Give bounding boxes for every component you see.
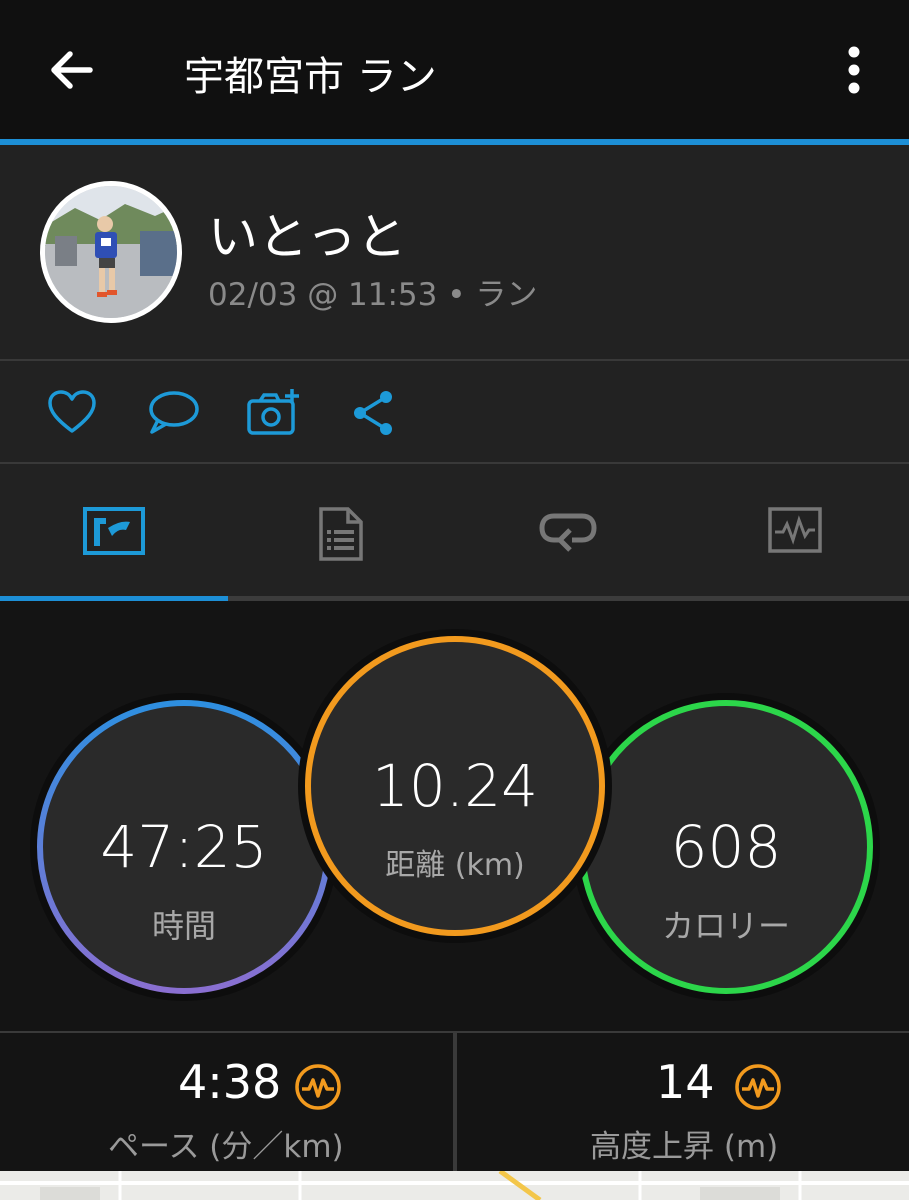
distance-value: 10.24 [371,752,539,820]
calories-label: カロリー [661,907,790,945]
user-name[interactable]: いとっと [208,197,407,269]
tab-details[interactable] [227,464,454,596]
add-photo-button[interactable] [246,387,299,439]
summary-row: 4:38 ペース (分／km) 14 高度上昇 (m) [0,1031,909,1173]
time-stat[interactable]: 47:25 時間 [28,691,340,1003]
share-icon [354,391,392,435]
tab-overview[interactable] [0,464,227,596]
avatar[interactable] [40,181,182,323]
tab-bar [0,464,909,596]
map-preview[interactable] [0,1168,909,1200]
comment-icon [149,391,199,434]
share-button[interactable] [350,387,402,439]
document-icon [318,507,363,561]
pace-value: 4:38 [178,1055,282,1109]
page-title: 宇都宮市 ラン [184,54,437,100]
elevation-value: 14 [656,1055,715,1109]
kebab-menu-icon [848,46,860,94]
map-tiles [0,1168,909,1200]
elevation-chart-button[interactable] [734,1063,782,1111]
time-value: 47:25 [100,813,268,881]
arrow-left-icon [51,51,93,89]
calories-stat[interactable]: 608 カロリー [570,691,882,1003]
laps-icon [538,513,597,552]
app-bar: 宇都宮市 ラン [0,0,909,140]
add-photo-icon [247,389,299,435]
like-button[interactable] [46,387,98,439]
calories-value: 608 [670,813,782,881]
chart-icon [767,507,822,553]
overflow-menu-button[interactable] [836,44,872,96]
elevation-label: 高度上昇 (m) [590,1129,779,1165]
action-row [0,361,909,462]
activity-meta: 02/03 @ 11:53 • ラン [208,277,538,313]
overview-icon [82,507,145,555]
summary-divider [453,1033,457,1173]
activity-wave-icon [295,1064,341,1110]
back-button[interactable] [44,42,100,98]
stats-area: 47:25 時間 608 カロリー 10.24 距離 (km) [0,601,909,1031]
comment-button[interactable] [146,387,199,439]
pace-label: ペース (分／km) [108,1129,344,1165]
distance-label: 距離 (km) [385,848,525,883]
distance-stat[interactable]: 10.24 距離 (km) [297,628,613,944]
heart-icon [48,390,96,433]
tab-charts[interactable] [681,464,908,596]
pace-chart-button[interactable] [294,1063,342,1111]
tab-laps[interactable] [454,464,681,596]
time-label: 時間 [151,907,216,945]
runner-photo [45,186,177,318]
activity-wave-icon [735,1064,781,1110]
activity-owner: いとっと 02/03 @ 11:53 • ラン [0,145,909,360]
